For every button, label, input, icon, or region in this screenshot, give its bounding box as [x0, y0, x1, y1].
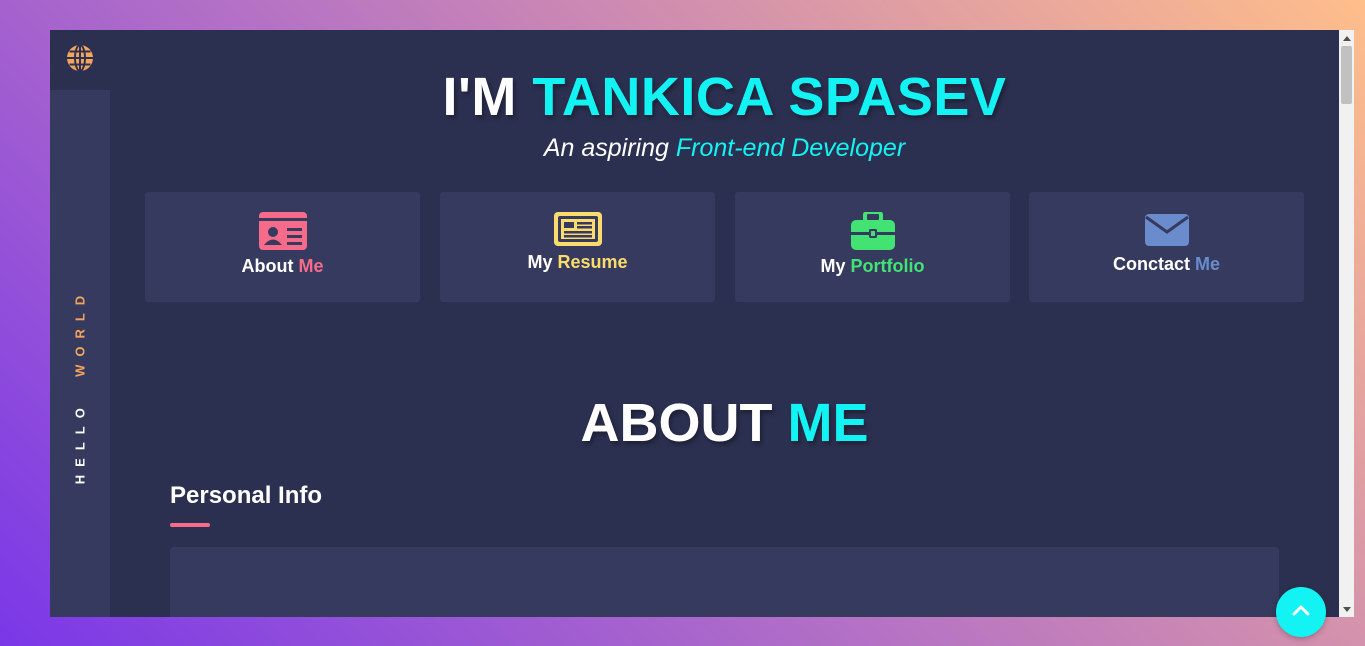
my-resume-label-first: My [527, 252, 553, 272]
about-me-label-first: About [241, 256, 294, 276]
hero-subtitle-role: Front-end Developer [675, 134, 906, 162]
id-card-icon [258, 212, 307, 250]
contact-me-card[interactable]: Conctact Me [1029, 192, 1304, 302]
about-me-label-second: Me [298, 256, 324, 276]
hero-subtitle: An aspiring Front-end Developer [110, 134, 1339, 163]
toolbox-icon [850, 212, 895, 250]
contact-me-label-second: Me [1195, 254, 1221, 274]
world-word: WORLD [72, 287, 88, 377]
sidebar: HELLO WORLD [50, 30, 110, 617]
heading-underline [170, 523, 210, 527]
back-to-top-button[interactable] [1276, 587, 1326, 637]
page-window: HELLO WORLD I'M TANKICA SPASEV An aspiri… [50, 30, 1354, 617]
my-resume-card[interactable]: My Resume [440, 192, 715, 302]
contact-me-label: Conctact Me [1113, 254, 1220, 275]
personal-info-panel [170, 547, 1279, 617]
my-resume-label: My Resume [527, 252, 627, 273]
nav-cards: About Me My Resume My Portfolio Conctact… [145, 192, 1304, 302]
globe-icon [65, 43, 95, 78]
hello-word: HELLO [72, 400, 88, 485]
arrow-down-icon [1342, 606, 1351, 612]
about-me-heading-second: ME [787, 393, 869, 453]
newspaper-icon [553, 212, 602, 246]
my-portfolio-label-second: Portfolio [850, 256, 925, 276]
scroll-down-arrow[interactable] [1339, 602, 1354, 617]
main-content: I'M TANKICA SPASEV An aspiring Front-end… [110, 30, 1339, 617]
personal-info-heading: Personal Info [170, 482, 323, 509]
hero-title-prefix: I'M [442, 67, 517, 127]
about-me-card[interactable]: About Me [145, 192, 420, 302]
my-portfolio-card[interactable]: My Portfolio [735, 192, 1010, 302]
hero-title-name: TANKICA SPASEV [532, 67, 1007, 127]
hello-world-text: HELLO WORLD [73, 288, 88, 484]
hero-title: I'M TANKICA SPASEV [110, 66, 1339, 128]
envelope-icon [1144, 212, 1189, 248]
about-me-label: About Me [241, 256, 323, 277]
about-me-heading: ABOUT ME [110, 392, 1339, 454]
scroll-thumb[interactable] [1341, 46, 1352, 104]
my-resume-label-second: Resume [557, 252, 628, 272]
my-portfolio-label-first: My [820, 256, 846, 276]
arrow-up-icon [1342, 35, 1351, 41]
about-me-heading-first: ABOUT [580, 393, 773, 453]
scroll-up-arrow[interactable] [1339, 30, 1354, 45]
chevron-up-icon [1292, 603, 1310, 621]
contact-me-label-first: Conctact [1112, 254, 1190, 274]
hero-subtitle-prefix: An aspiring [543, 134, 669, 162]
page-scrollbar[interactable] [1339, 30, 1354, 617]
my-portfolio-label: My Portfolio [820, 256, 924, 277]
sidebar-logo[interactable] [50, 30, 110, 90]
